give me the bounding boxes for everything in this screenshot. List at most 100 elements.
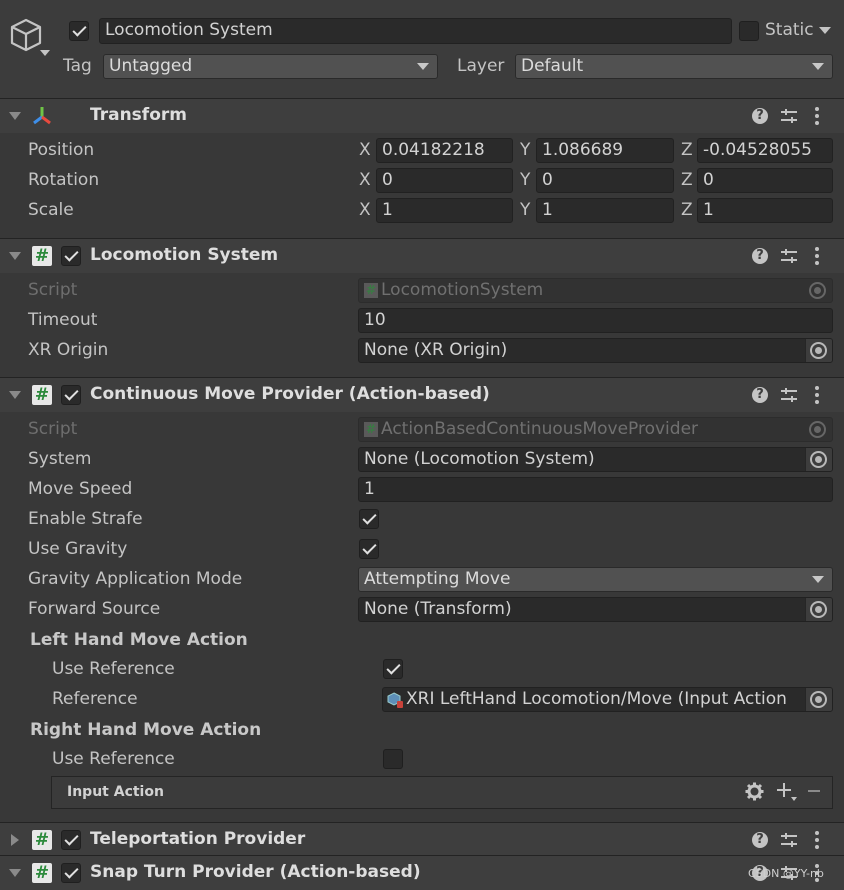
enable-strafe-checkbox[interactable] xyxy=(359,509,379,529)
position-z-field[interactable]: -0.04528055 xyxy=(697,138,833,163)
static-label: Static xyxy=(765,20,814,40)
tag-dropdown[interactable]: Untagged xyxy=(103,54,438,79)
scale-z-axis[interactable]: Z xyxy=(681,200,693,220)
left-reference-field[interactable]: XRI LeftHand Locomotion/Move (Input Acti… xyxy=(382,687,833,712)
continuous-move-header[interactable]: # Continuous Move Provider (Action-based… xyxy=(0,377,844,412)
enable-strafe-label: Enable Strafe xyxy=(28,509,143,529)
timeout-field[interactable]: 10 xyxy=(358,308,833,333)
script-hash-icon: # xyxy=(364,283,378,298)
tag-label: Tag xyxy=(63,56,92,76)
gameobject-name-field[interactable]: Locomotion System xyxy=(99,18,732,44)
presets-icon[interactable] xyxy=(780,107,798,125)
scale-x-field[interactable]: 1 xyxy=(376,198,513,223)
presets-icon[interactable] xyxy=(780,831,798,849)
left-hand-move-action-header: Left Hand Move Action xyxy=(30,630,248,650)
position-z-axis[interactable]: Z xyxy=(681,140,693,160)
tag-value: Untagged xyxy=(109,56,193,76)
rotation-z-field[interactable]: 0 xyxy=(697,168,833,193)
help-icon[interactable]: ? xyxy=(752,248,768,264)
add-binding-icon[interactable] xyxy=(776,782,798,802)
gravity-mode-dropdown[interactable]: Attempting Move xyxy=(358,567,833,592)
gear-icon[interactable] xyxy=(745,782,764,801)
chevron-down-icon xyxy=(812,576,824,583)
object-picker-icon[interactable] xyxy=(810,342,827,359)
help-icon[interactable]: ? xyxy=(752,108,768,124)
rotation-y-axis[interactable]: Y xyxy=(520,170,530,190)
script-value: ActionBasedContinuousMoveProvider xyxy=(381,419,699,439)
system-field[interactable]: None (Locomotion System) xyxy=(358,447,833,472)
layer-dropdown[interactable]: Default xyxy=(515,54,833,79)
rotation-x-field[interactable]: 0 xyxy=(376,168,513,193)
left-reference-label: Reference xyxy=(52,689,138,709)
foldout-open-icon[interactable] xyxy=(9,112,21,120)
right-use-reference-checkbox[interactable] xyxy=(383,749,403,769)
continuous-move-title: Continuous Move Provider (Action-based) xyxy=(90,384,490,404)
scale-y-field[interactable]: 1 xyxy=(536,198,674,223)
scale-y-axis[interactable]: Y xyxy=(520,200,530,220)
component-enabled-checkbox[interactable] xyxy=(61,246,81,266)
layer-label: Layer xyxy=(457,56,505,76)
help-icon[interactable]: ? xyxy=(752,387,768,403)
move-speed-field[interactable]: 1 xyxy=(358,477,833,502)
position-y-axis[interactable]: Y xyxy=(520,140,530,160)
use-gravity-label: Use Gravity xyxy=(28,539,128,559)
transform-header[interactable]: Transform ? xyxy=(0,98,844,133)
teleportation-title: Teleportation Provider xyxy=(90,829,306,849)
snap-turn-header[interactable]: # Snap Turn Provider (Action-based) ? CS… xyxy=(0,855,844,890)
use-gravity-checkbox[interactable] xyxy=(359,539,379,559)
script-label: Script xyxy=(28,419,78,439)
left-use-reference-checkbox[interactable] xyxy=(383,659,403,679)
input-action-box: Input Action xyxy=(51,776,833,809)
presets-icon[interactable] xyxy=(780,247,798,265)
locomotion-system-header[interactable]: # Locomotion System ? xyxy=(0,238,844,273)
static-dropdown-arrow[interactable] xyxy=(819,27,831,34)
transform-title: Transform xyxy=(90,105,187,125)
component-enabled-checkbox[interactable] xyxy=(61,385,81,405)
foldout-closed-icon[interactable] xyxy=(11,834,19,846)
kebab-menu-icon[interactable] xyxy=(814,386,820,404)
kebab-menu-icon[interactable] xyxy=(814,107,820,125)
static-checkbox[interactable] xyxy=(739,21,759,41)
script-hash-icon: # xyxy=(364,422,378,437)
locomotion-system-title: Locomotion System xyxy=(90,245,279,265)
position-x-field[interactable]: 0.04182218 xyxy=(376,138,513,163)
xr-origin-field[interactable]: None (XR Origin) xyxy=(358,338,833,363)
scale-z-field[interactable]: 1 xyxy=(697,198,833,223)
teleportation-header[interactable]: # Teleportation Provider ? xyxy=(0,822,844,857)
left-use-reference-label: Use Reference xyxy=(52,659,175,679)
foldout-open-icon[interactable] xyxy=(9,252,21,260)
header-icons: ? xyxy=(752,106,832,126)
script-hash-icon: # xyxy=(32,863,52,883)
rotation-z-axis[interactable]: Z xyxy=(681,170,693,190)
remove-binding-icon[interactable] xyxy=(806,782,822,802)
header-icons: ? xyxy=(752,385,832,405)
system-value: None (Locomotion System) xyxy=(364,449,595,469)
position-y-field[interactable]: 1.086689 xyxy=(536,138,674,163)
header-icons: ? xyxy=(752,830,832,850)
object-picker-icon[interactable] xyxy=(810,451,827,468)
kebab-menu-icon[interactable] xyxy=(814,247,820,265)
presets-icon[interactable] xyxy=(780,386,798,404)
object-picker-icon[interactable] xyxy=(810,601,827,618)
active-checkbox[interactable] xyxy=(69,21,89,41)
system-label: System xyxy=(28,449,92,469)
transform-icon xyxy=(33,107,51,125)
object-picker-icon[interactable] xyxy=(810,691,827,708)
gameobject-cube-icon[interactable] xyxy=(10,18,42,52)
component-enabled-checkbox[interactable] xyxy=(61,830,81,850)
object-picker-icon xyxy=(809,421,826,438)
foldout-open-icon[interactable] xyxy=(9,869,21,877)
rotation-x-axis[interactable]: X xyxy=(359,170,371,190)
component-enabled-checkbox[interactable] xyxy=(61,863,81,883)
rotation-y-field[interactable]: 0 xyxy=(536,168,674,193)
kebab-menu-icon[interactable] xyxy=(814,831,820,849)
script-hash-icon: # xyxy=(32,385,52,405)
layer-value: Default xyxy=(521,56,584,76)
forward-source-field[interactable]: None (Transform) xyxy=(358,597,833,622)
help-icon[interactable]: ? xyxy=(752,832,768,848)
foldout-open-icon[interactable] xyxy=(9,391,21,399)
icon-dropdown-arrow[interactable] xyxy=(40,50,50,56)
position-x-axis[interactable]: X xyxy=(359,140,371,160)
scale-x-axis[interactable]: X xyxy=(359,200,371,220)
timeout-label: Timeout xyxy=(28,310,98,330)
